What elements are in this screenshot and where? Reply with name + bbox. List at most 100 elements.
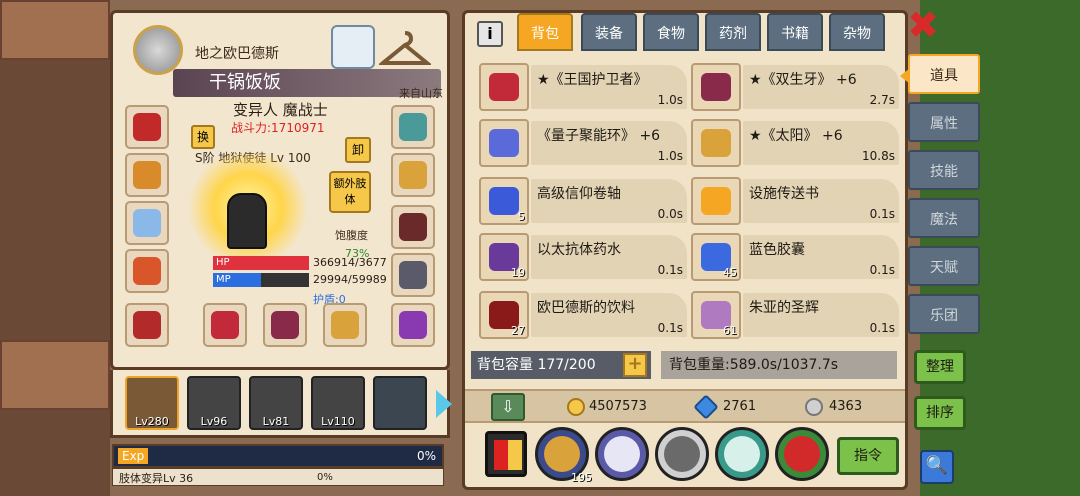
crystal-icon[interactable] (331, 25, 375, 69)
swap-button[interactable]: 换 (191, 125, 215, 149)
mouth-skill-button[interactable] (775, 427, 829, 481)
skill-count: 195 (571, 471, 592, 484)
belt-icon (133, 311, 161, 339)
scroll-skill-icon (544, 436, 580, 472)
tab-equipment[interactable]: 装备 (581, 13, 637, 51)
item-time: 0.1s (869, 207, 895, 221)
equip-slot-gloves[interactable] (391, 153, 435, 197)
hp-label: HP (216, 257, 230, 268)
swap-arrows-button[interactable] (655, 427, 709, 481)
inventory-item[interactable]: ★《双生牙》 +6 2.7s (691, 61, 899, 113)
equip-slot-amulet[interactable] (391, 105, 435, 149)
equip-slot-helmet[interactable] (125, 105, 169, 149)
wardrobe-hanger-icon[interactable] (377, 29, 433, 69)
hp-value: 366914/3677 (313, 256, 387, 269)
crystal-skill-button[interactable] (715, 427, 769, 481)
inventory-item[interactable]: 19 以太抗体药水 0.1s (479, 231, 687, 283)
character-avatar (183, 153, 313, 263)
inventory-item[interactable]: ★《太阳》 +6 10.8s (691, 117, 899, 169)
equip-slot-belt[interactable] (125, 303, 169, 347)
item-art (701, 187, 731, 215)
side-item-magic[interactable]: 魔法 (908, 198, 980, 238)
item-art (701, 73, 731, 101)
mouth-skill-icon (784, 436, 820, 472)
equip-slot-cape[interactable] (125, 201, 169, 245)
equip-slot-ring[interactable] (391, 303, 435, 347)
item-count: 61 (723, 324, 737, 337)
drink-bottle-item-icon: 27 (479, 291, 529, 339)
hero-level: Lv81 (262, 415, 290, 428)
inventory-item[interactable]: 设施传送书 0.1s (691, 175, 899, 227)
ranking-icon[interactable] (485, 431, 527, 477)
equip-slot-weapon-2[interactable] (263, 303, 307, 347)
equip-slot-weapon-3[interactable] (323, 303, 367, 347)
item-count: 19 (511, 266, 525, 279)
fang-blade-item-icon (691, 63, 741, 111)
unequip-button[interactable]: 卸 (345, 137, 371, 163)
backpack-weight: 背包重量:589.0s/1037.7s (661, 351, 897, 379)
sort-button[interactable]: 排序 (914, 396, 966, 430)
hero-card[interactable]: Lv96 (187, 376, 241, 430)
side-item-label: 技能 (930, 164, 958, 180)
side-item-band[interactable]: 乐团 (908, 294, 980, 334)
ring-item-icon (479, 119, 529, 167)
inventory-grid: ★《王国护卫者》 1.0s ★《双生牙》 +6 2.7s 《量子聚能环》 +6 … (479, 61, 899, 341)
side-item-items[interactable]: 道具 (900, 54, 980, 94)
crystal-skill-icon (724, 436, 760, 472)
hero-card[interactable]: Lv81 (249, 376, 303, 430)
expand-capacity-button[interactable]: + (623, 353, 647, 377)
item-name: ★《双生牙》 +6 (749, 72, 857, 88)
command-button[interactable]: 指令 (837, 437, 899, 475)
silver-coin-icon (805, 398, 823, 416)
ranking-bar-red (494, 440, 508, 470)
tab-backpack[interactable]: 背包 (517, 13, 573, 51)
equip-slot-pants[interactable] (391, 205, 435, 249)
search-icon[interactable]: 🔍 (920, 450, 954, 484)
inventory-item[interactable]: 27 欧巴德斯的饮料 0.1s (479, 289, 687, 341)
item-name: 朱亚的圣辉 (749, 300, 819, 316)
organize-button[interactable]: 整理 (914, 350, 966, 384)
item-count: 5 (518, 210, 525, 223)
equip-slot-weapon-1[interactable] (203, 303, 247, 347)
potion-flask-item-icon: 19 (479, 233, 529, 281)
scroll-skill-button[interactable]: 195 (535, 427, 592, 484)
side-item-talent[interactable]: 天赋 (908, 246, 980, 286)
exp-percent: 0% (416, 449, 436, 463)
guild-name: 地之欧巴德斯 (195, 46, 279, 62)
tab-books[interactable]: 书籍 (767, 13, 823, 51)
inventory-item[interactable]: ★《王国护卫者》 1.0s (479, 61, 687, 113)
side-item-label: 属性 (930, 116, 958, 132)
mutation-label: 肢体变异Lv 36 (119, 472, 194, 485)
hero-strip: Lv280 Lv96 Lv81 Lv110 (110, 370, 450, 438)
download-sort-icon[interactable]: ⇩ (491, 393, 525, 421)
inventory-item[interactable]: 61 朱亚的圣辉 0.1s (691, 289, 899, 341)
tab-misc[interactable]: 杂物 (829, 13, 885, 51)
item-name: 蓝色胶囊 (749, 242, 805, 258)
hero-card[interactable]: Lv110 (311, 376, 365, 430)
item-time: 2.7s (869, 93, 895, 107)
tab-food[interactable]: 食物 (643, 13, 699, 51)
close-icon[interactable]: ✖ (906, 6, 940, 44)
extra-limb-button[interactable]: 额外肢体 (329, 171, 371, 213)
inventory-item[interactable]: 5 高级信仰卷轴 0.0s (479, 175, 687, 227)
equip-slot-armor[interactable] (125, 249, 169, 293)
side-item-attributes[interactable]: 属性 (908, 102, 980, 142)
equip-slot-boots[interactable] (391, 253, 435, 297)
spear-icon (211, 311, 239, 339)
gold-coin-icon (567, 398, 585, 416)
hero-card-empty[interactable] (373, 376, 427, 430)
equip-slot-necklace[interactable] (125, 153, 169, 197)
side-item-label: 天赋 (930, 260, 958, 276)
next-arrow-icon[interactable] (436, 390, 452, 418)
info-icon[interactable]: i (477, 21, 503, 47)
guild-emblem-icon[interactable] (133, 25, 183, 75)
gear-hex-button[interactable] (595, 427, 649, 481)
hp-bar: HP 366914/3677 (213, 256, 413, 270)
hero-card[interactable]: Lv280 (125, 376, 179, 430)
inventory-item[interactable]: 45 蓝色胶囊 0.1s (691, 231, 899, 283)
side-item-label: 乐团 (930, 308, 958, 324)
side-item-skills[interactable]: 技能 (908, 150, 980, 190)
tab-potion[interactable]: 药剂 (705, 13, 761, 51)
character-class: 变异人 魔战士 (233, 101, 328, 119)
inventory-item[interactable]: 《量子聚能环》 +6 1.0s (479, 117, 687, 169)
